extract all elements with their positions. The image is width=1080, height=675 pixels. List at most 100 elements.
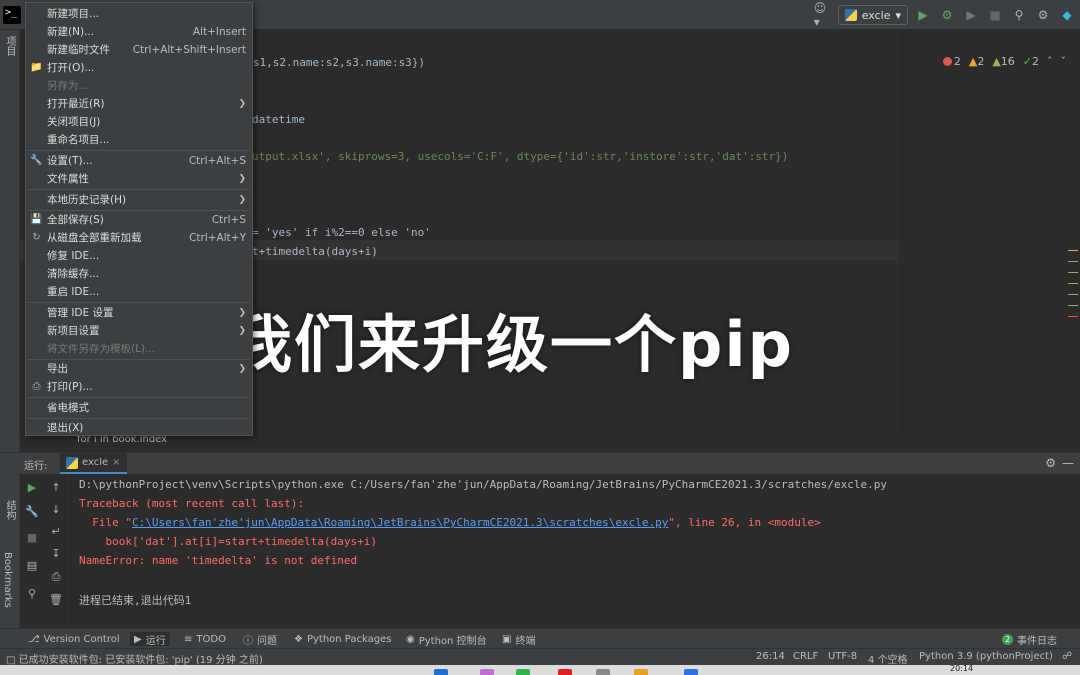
menu-item-reload-all[interactable]: ↻ 从磁盘全部重新加载 Ctrl+Alt+Y: [26, 229, 254, 246]
menu-item-new-scratch[interactable]: 新建临时文件 Ctrl+Alt+Shift+Insert: [26, 41, 254, 58]
settings-icon[interactable]: ⚙: [1034, 6, 1052, 24]
packages-icon: ❖: [294, 633, 303, 645]
taskbar-app-icon[interactable]: [434, 669, 448, 675]
tool-version-control[interactable]: ⎇ Version Control: [28, 632, 120, 646]
chevron-down-icon[interactable]: ˇ: [1061, 55, 1067, 68]
list-icon: ≡: [184, 633, 193, 645]
debug-icon[interactable]: ⚙: [938, 6, 956, 24]
close-icon[interactable]: ×: [112, 457, 120, 468]
code-line-1: me:s1,s2.name:s2,s3.name:s3}): [233, 56, 426, 69]
run-icon[interactable]: ▶: [914, 6, 932, 24]
menu-item-new-project[interactable]: 新建项目...: [26, 5, 254, 22]
menu-item-local-history[interactable]: 本地历史记录(H) ❯: [26, 191, 254, 208]
user-icon[interactable]: ☺▾: [814, 1, 832, 29]
trash-icon[interactable]: 🗑: [49, 592, 63, 606]
pin-icon[interactable]: ⚲: [25, 586, 39, 600]
interpreter-selector[interactable]: Python 3.9 (pythonProject): [919, 651, 1053, 662]
console-line-code: book['dat'].at[i]=start+timedelta(days+i…: [79, 535, 378, 548]
run-icon: ▶: [134, 633, 142, 645]
minimize-icon[interactable]: —: [1062, 456, 1074, 470]
taskbar-app-icon[interactable]: [516, 669, 530, 675]
menu-item-power-save[interactable]: 省电模式: [26, 399, 254, 416]
coverage-icon[interactable]: ▶: [962, 6, 980, 24]
arrow-up-icon[interactable]: ↑: [49, 480, 63, 494]
chevron-up-icon[interactable]: ˆ: [1047, 55, 1053, 68]
project-tool-button[interactable]: 项目: [2, 36, 17, 56]
rerun-icon[interactable]: ▶: [25, 480, 39, 494]
lock-icon[interactable]: ☍: [1062, 651, 1072, 662]
run-console[interactable]: D:\pythonProject\venv\Scripts\python.exe…: [68, 474, 1080, 628]
tool-problems[interactable]: ⓘ 问题: [243, 632, 277, 647]
stop-icon[interactable]: ■: [986, 6, 1004, 24]
soft-wrap-icon[interactable]: ↵: [49, 524, 63, 538]
run-config-selector[interactable]: excle ▾: [837, 5, 908, 25]
menu-item-settings[interactable]: 🔧 设置(T)... Ctrl+Alt+S: [26, 152, 254, 169]
tool-python-console[interactable]: ◉ Python 控制台: [406, 632, 487, 647]
jetbrains-icon[interactable]: ◆: [1058, 6, 1076, 24]
chevron-right-icon: ❯: [238, 194, 246, 205]
python-icon: [844, 9, 857, 21]
menu-item-save-as: 另存为...: [47, 80, 89, 92]
menu-item-open[interactable]: 📁 打开(O)...: [26, 59, 254, 76]
menu-item-exit[interactable]: 退出(X): [26, 419, 254, 436]
run-tab-excle[interactable]: excle ×: [60, 453, 127, 474]
run-panel-header: 运行: excle × ⚙ —: [0, 452, 1080, 474]
event-count-badge: 2: [1002, 633, 1013, 645]
taskbar-app-icon[interactable]: [558, 669, 572, 675]
console-line-traceback: Traceback (most recent call last):: [79, 497, 305, 510]
check-icon: ✓: [1022, 55, 1032, 68]
file-encoding[interactable]: UTF-8: [828, 651, 857, 662]
tool-terminal[interactable]: ▣ 终端: [502, 632, 535, 647]
tool-python-packages[interactable]: ❖ Python Packages: [294, 632, 391, 646]
settings-icon[interactable]: ⚙: [1045, 456, 1056, 470]
layout-icon[interactable]: ▤: [25, 558, 39, 572]
arrow-down-icon[interactable]: ↓: [49, 502, 63, 516]
reload-icon: ↻: [32, 232, 41, 243]
status-message[interactable]: □ 已成功安装软件包: 已安装软件包: 'pip' (19 分钟 之前): [6, 651, 263, 666]
inspection-widget[interactable]: 2 ▲2 ▲16 ✓2 ˆ ˇ: [942, 55, 1067, 68]
terminal-icon: ▣: [502, 633, 512, 645]
menu-item-save-all[interactable]: 💾 全部保存(S) Ctrl+S: [26, 211, 254, 228]
console-line-exit: 进程已结束,退出代码1: [79, 594, 192, 607]
caret-position[interactable]: 26:14: [756, 651, 785, 662]
scroll-to-end-icon[interactable]: ↧: [49, 546, 63, 560]
structure-tool-button[interactable]: 结构: [2, 500, 17, 520]
tool-event-log[interactable]: 2 事件日志: [1002, 632, 1057, 647]
menu-item-file-properties[interactable]: 文件属性 ❯: [26, 170, 254, 187]
print-icon[interactable]: ⎙: [49, 570, 63, 584]
pycharm-logo-icon[interactable]: [3, 6, 21, 24]
taskbar-app-icon[interactable]: [480, 669, 494, 675]
menu-item-manage-ide-settings[interactable]: 管理 IDE 设置 ❯: [26, 304, 254, 321]
menu-item-repair-ide[interactable]: 修复 IDE...: [26, 247, 254, 264]
save-icon: 💾: [30, 214, 43, 225]
menu-item-invalidate-caches[interactable]: 清除缓存...: [26, 265, 254, 282]
bookmarks-tool-button[interactable]: Bookmarks: [2, 552, 13, 608]
error-icon: [942, 57, 952, 66]
taskbar-app-icon[interactable]: [634, 669, 648, 675]
tool-run[interactable]: ▶ 运行: [130, 632, 170, 647]
line-separator[interactable]: CRLF: [793, 651, 818, 662]
file-link[interactable]: C:\Users\fan'zhe'jun\AppData\Roaming\Jet…: [132, 516, 668, 529]
menu-item-new[interactable]: 新建(N)... Alt+Insert: [26, 23, 254, 40]
tool-todo[interactable]: ≡ TODO: [184, 632, 226, 646]
menu-item-rename-project[interactable]: 重命名项目...: [26, 131, 254, 148]
indent-setting[interactable]: 4 个空格: [868, 651, 908, 666]
os-taskbar: 20:14: [0, 664, 1080, 675]
stop-icon[interactable]: ■: [25, 530, 39, 544]
wrench-icon[interactable]: 🔧: [25, 504, 39, 518]
pycharm-window: ☺▾ excle ▾ ▶ ⚙ ▶ ■ ⚲ ⚙ ◆ 项目 结构 Bookmarks…: [0, 0, 1080, 675]
chevron-right-icon: ❯: [238, 98, 246, 109]
menu-item-new-project-settings[interactable]: 新项目设置 ❯: [26, 322, 254, 339]
menu-separator: [28, 189, 250, 190]
menu-item-print[interactable]: ⎙ 打印(P)...: [26, 378, 254, 395]
chevron-right-icon: ❯: [238, 307, 246, 318]
taskbar-app-icon[interactable]: [684, 669, 698, 675]
menu-item-close-project[interactable]: 关闭项目(J): [26, 113, 254, 130]
menu-separator: [28, 150, 250, 151]
search-icon[interactable]: ⚲: [1010, 6, 1028, 24]
code-line-4: = 'yes' if i%2==0 else 'no': [252, 226, 431, 239]
taskbar-app-icon[interactable]: [596, 669, 610, 675]
menu-item-export[interactable]: 导出 ❯: [26, 360, 254, 377]
menu-item-restart-ide[interactable]: 重启 IDE...: [26, 283, 254, 300]
menu-item-open-recent[interactable]: 打开最近(R) ❯: [26, 95, 254, 112]
